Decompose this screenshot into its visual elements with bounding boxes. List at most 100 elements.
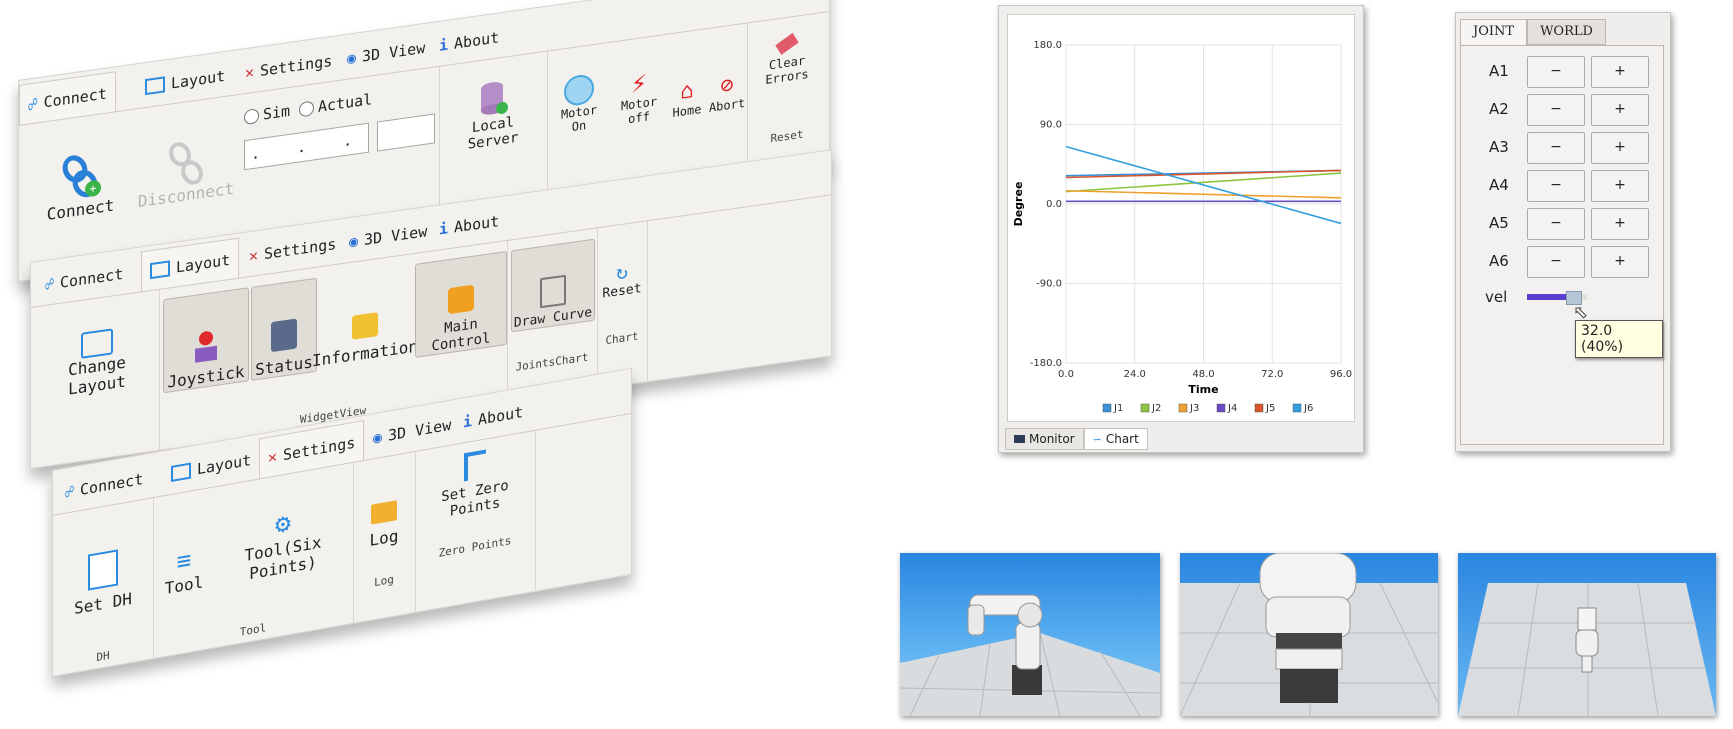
joint-row: A6− +	[1461, 244, 1661, 278]
change-layout-button[interactable]: Change Layout	[37, 310, 157, 403]
local-server-button[interactable]: Local Server	[445, 72, 541, 155]
joint-decrease-button[interactable]: −	[1527, 170, 1585, 202]
information-button[interactable]: Information	[312, 264, 418, 370]
group-label-reset: Reset	[770, 127, 804, 146]
group-tool: ≡ Tool ⚙ Tool(Six Points) Tool	[153, 462, 354, 659]
port-input[interactable]	[377, 113, 435, 152]
set-dh-button[interactable]: Set DH	[59, 519, 147, 621]
tab-chart[interactable]: ∽ Chart	[1083, 428, 1148, 450]
joint-increase-button[interactable]: +	[1591, 208, 1649, 240]
abort-icon: ⊘	[720, 72, 734, 100]
legend-label: J3	[1189, 403, 1199, 414]
main-control-button[interactable]: Main Control	[415, 250, 507, 358]
joint-label: A4	[1489, 176, 1509, 194]
robot-scene-top	[1458, 582, 1716, 716]
y-tick-label: 180.0	[1033, 40, 1062, 51]
x-tick-label: 96.0	[1330, 369, 1352, 380]
abort-button[interactable]: ⊘ Abort	[707, 44, 747, 116]
joint-decrease-button[interactable]: −	[1527, 132, 1585, 164]
joystick-base-icon	[195, 345, 217, 363]
joint-row: A3− +	[1461, 130, 1661, 164]
tab-about[interactable]: i About	[431, 20, 507, 63]
group-change-layout: Change Layout	[31, 289, 160, 468]
joint-decrease-button[interactable]: −	[1527, 208, 1585, 240]
3d-view-front[interactable]	[1180, 553, 1438, 716]
tab-joint[interactable]: JOINT	[1460, 19, 1528, 45]
joint-increase-button[interactable]: +	[1591, 94, 1649, 126]
joint-panel-tabs: JOINT WORLD	[1460, 19, 1606, 45]
group-label-zero-points: Zero Points	[438, 533, 512, 560]
radio-actual-indicator[interactable]	[299, 100, 314, 118]
joint-decrease-button[interactable]: −	[1527, 94, 1585, 126]
legend-label: J1	[1113, 403, 1123, 414]
joint-increase-button[interactable]: +	[1591, 132, 1649, 164]
info-icon: i	[439, 35, 449, 55]
vel-tooltip: 32.0 (40%)	[1575, 320, 1663, 358]
x-tick-label: 72.0	[1261, 369, 1283, 380]
3d-view-isometric[interactable]	[900, 553, 1160, 716]
3d-view-icon: ◉	[373, 427, 383, 448]
radio-sim-indicator[interactable]	[244, 108, 259, 126]
ip-address-input[interactable]: . . .	[244, 122, 369, 171]
vel-slider[interactable]	[1527, 291, 1587, 305]
y-axis-label: Degree	[1012, 182, 1025, 227]
radio-actual[interactable]: Actual	[299, 90, 372, 118]
radio-sim[interactable]: Sim	[244, 102, 290, 126]
connect-button[interactable]: + Connect	[33, 123, 128, 226]
disconnect-icon	[169, 142, 203, 185]
motor-on-button[interactable]: Motor On	[551, 63, 607, 137]
x-tick-label: 48.0	[1192, 369, 1214, 380]
main-control-icon	[448, 284, 474, 315]
disconnect-button[interactable]: Disconnect	[131, 107, 241, 212]
group-label-dh: DH	[96, 648, 110, 665]
group-label-jointschart: JointsChart	[515, 350, 589, 374]
robot-scene-front	[1180, 553, 1438, 716]
reset-button[interactable]: ↻ Reset	[597, 231, 647, 302]
joint-label: A2	[1489, 100, 1509, 118]
x-tick-label: 24.0	[1124, 369, 1146, 380]
3d-view-top[interactable]	[1458, 553, 1716, 716]
joystick-icon	[199, 330, 213, 347]
joint-increase-button[interactable]: +	[1591, 246, 1649, 278]
joint-row: A2− +	[1461, 92, 1661, 126]
tab-monitor[interactable]: Monitor	[1005, 428, 1084, 450]
x-tick-label: 0.0	[1058, 369, 1074, 380]
status-button[interactable]: Status	[251, 277, 317, 381]
log-button[interactable]: Log	[357, 469, 411, 553]
chart-area: 0.0 24.0 48.0 72.0 96.0 180.0 90.0 0.0 -90.0 -180…	[1007, 14, 1355, 422]
legend-label: J4	[1227, 403, 1237, 414]
tool-six-points-button[interactable]: ⚙ Tool(Six Points)	[215, 479, 351, 589]
joint-row: A5− +	[1461, 206, 1661, 240]
y-tick-label: 0.0	[1046, 199, 1062, 210]
tools-icon: ✕	[249, 245, 259, 266]
joint-label: A5	[1489, 214, 1509, 232]
legend-label: J6	[1303, 403, 1313, 414]
motor-off-button[interactable]: ⚡ Motor off	[611, 55, 667, 129]
joint-increase-button[interactable]: +	[1591, 56, 1649, 88]
clear-errors-button[interactable]: Clear Errors	[747, 18, 827, 89]
legend-swatch	[1102, 403, 1112, 413]
tab-about[interactable]: i About	[431, 204, 507, 247]
y-tick-label: -90.0	[1036, 279, 1062, 290]
draw-curve-button[interactable]: Draw Curve	[511, 238, 595, 333]
3d-view-icon: ◉	[347, 48, 357, 68]
y-tick-label: 90.0	[1040, 120, 1062, 131]
joint-row: A1− +	[1461, 54, 1661, 88]
monitor-icon	[145, 76, 165, 96]
tool-button[interactable]: ≡ Tool	[157, 504, 211, 600]
joystick-button[interactable]: Joystick	[163, 287, 249, 394]
chart-panel-tabs: Monitor ∽ Chart	[1005, 428, 1148, 450]
home-button[interactable]: ⌂ Home	[667, 49, 707, 121]
joint-panel-body: A1− + A2− + A3− + A4− + A5− + A6− + vel ⬁ 32.0 (40%…	[1460, 45, 1664, 445]
svg-text:+: +	[89, 181, 96, 196]
tab-world[interactable]: WORLD	[1527, 19, 1606, 45]
joint-decrease-button[interactable]: −	[1527, 246, 1585, 278]
dh-document-icon	[88, 549, 118, 591]
sliders-icon: ≡	[176, 545, 192, 577]
joint-increase-button[interactable]: +	[1591, 170, 1649, 202]
joint-row: A4− +	[1461, 168, 1661, 202]
joint-chart: 0.0 24.0 48.0 72.0 96.0 180.0 90.0 0.0 -90.0 -180…	[1012, 40, 1352, 414]
joint-decrease-button[interactable]: −	[1527, 56, 1585, 88]
joint-label: A3	[1489, 138, 1509, 156]
set-zero-points-button[interactable]: Set Zero Points	[417, 441, 533, 525]
